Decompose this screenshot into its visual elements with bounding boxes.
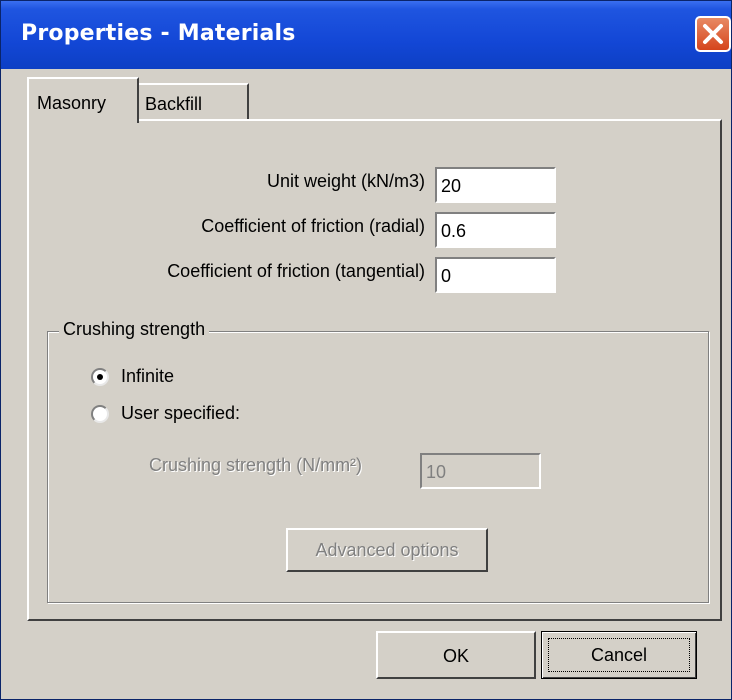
close-x-icon xyxy=(703,24,723,44)
close-button[interactable] xyxy=(695,16,731,52)
crushing-strength-group-label: Crushing strength xyxy=(59,319,210,340)
advanced-options-button[interactable]: Advanced options xyxy=(286,528,488,572)
unit-weight-label: Unit weight (kN/m3) xyxy=(266,171,425,191)
tab-backfill-label: Backfill xyxy=(145,94,203,114)
radio-selected-dot xyxy=(97,374,103,380)
cancel-button[interactable]: Cancel xyxy=(541,631,697,679)
radio-user-specified[interactable] xyxy=(91,405,109,423)
focus-indicator xyxy=(548,638,690,672)
unit-weight-input[interactable]: 20 xyxy=(435,167,556,203)
ok-label: OK xyxy=(442,646,469,666)
radio-user-specified-label[interactable]: User specified: xyxy=(121,403,240,424)
friction-tangential-label: Coefficient of friction (tangential) xyxy=(167,261,425,281)
tab-masonry-label: Masonry xyxy=(37,93,107,113)
ok-button[interactable]: OK xyxy=(376,631,536,679)
friction-radial-input[interactable]: 0.6 xyxy=(435,212,556,248)
friction-radial-label: Coefficient of friction (radial) xyxy=(201,216,425,236)
advanced-options-label: Advanced options xyxy=(315,540,459,560)
tab-masonry[interactable]: Masonry xyxy=(27,77,139,123)
crushing-strength-input[interactable]: 10 xyxy=(420,453,541,489)
title-bar[interactable]: Properties - Materials xyxy=(1,1,731,69)
radio-infinite-label[interactable]: Infinite xyxy=(121,366,174,387)
tab-backfill[interactable]: Backfill xyxy=(139,83,249,121)
properties-dialog: Properties - Materials Masonry Backfill … xyxy=(0,0,732,700)
crushing-strength-value-label: Crushing strength (N/mm²) xyxy=(149,455,363,475)
window-title: Properties - Materials xyxy=(21,21,296,46)
friction-tangential-input[interactable]: 0 xyxy=(435,257,556,293)
radio-infinite[interactable] xyxy=(91,368,109,386)
